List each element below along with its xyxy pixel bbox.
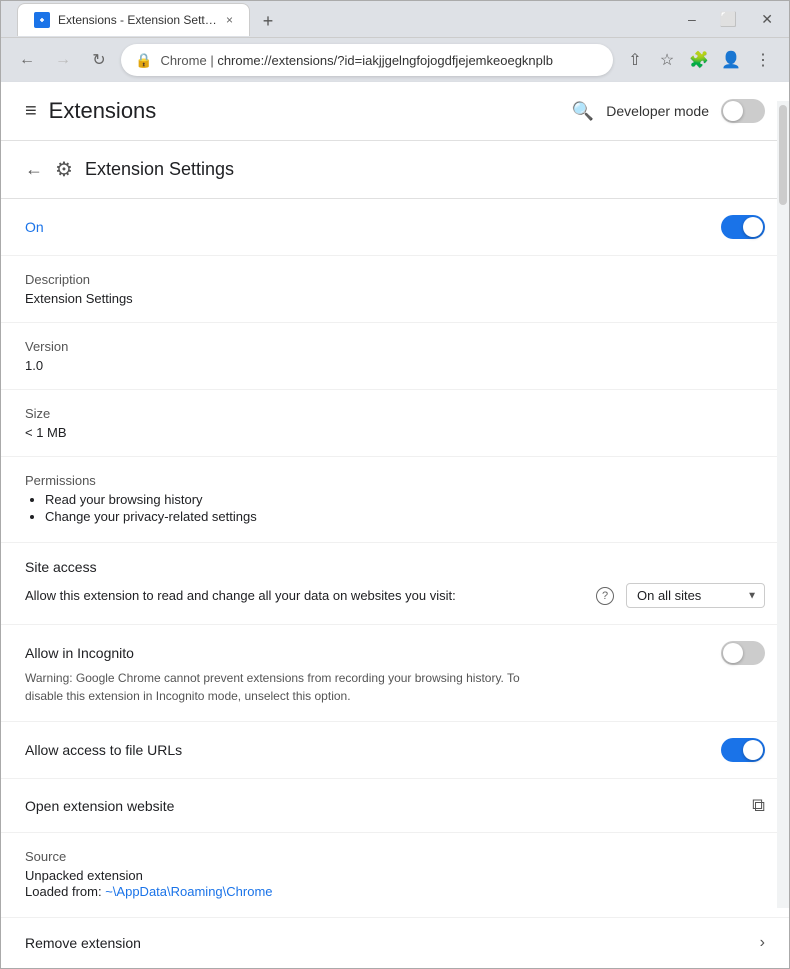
detail-header: ← ⚙ Extension Settings [1, 141, 789, 199]
permissions-row: Permissions Read your browsing history C… [1, 457, 789, 543]
enabled-toggle[interactable] [721, 215, 765, 239]
extension-detail: ← ⚙ Extension Settings On Description Ex… [1, 141, 789, 968]
file-url-toggle-knob [743, 740, 763, 760]
size-row: Size < 1 MB [1, 390, 789, 457]
version-value: 1.0 [25, 358, 765, 373]
new-tab-btn[interactable]: + [254, 8, 282, 36]
developer-mode-label: Developer mode [606, 103, 709, 119]
source-loaded: Loaded from: ~\AppData\Roaming\Chrome [25, 883, 765, 901]
tab-close-btn[interactable]: × [226, 13, 233, 27]
site-access-dropdown[interactable]: On all sites On specific sites Ask on ev… [626, 583, 765, 608]
extensions-header: ≡ Extensions 🔍 Developer mode [1, 82, 789, 141]
on-label: On [25, 219, 44, 235]
permission-item-2: Change your privacy-related settings [45, 509, 765, 524]
reload-btn[interactable]: ↻ [85, 46, 113, 74]
size-label: Size [25, 406, 765, 421]
incognito-toggle-knob [723, 643, 743, 663]
address-chrome-label: Chrome | chrome://extensions/?id=iakjjge… [160, 53, 553, 68]
hamburger-menu[interactable]: ≡ [25, 100, 37, 123]
site-access-dropdown-wrapper: On all sites On specific sites Ask on ev… [626, 583, 765, 608]
toolbar-icons: ⇧ ☆ 🧩 👤 ⋮ [621, 46, 777, 74]
address-input[interactable]: 🔒 Chrome | chrome://extensions/?id=iakjj… [121, 44, 613, 76]
tab-bar: Extensions - Extension Settings × + [9, 3, 282, 36]
version-label: Version [25, 339, 765, 354]
header-right: 🔍 Developer mode [572, 99, 765, 123]
minimize-btn[interactable]: – [680, 9, 704, 29]
share-icon[interactable]: ⇧ [621, 46, 649, 74]
forward-btn[interactable]: → [49, 46, 77, 74]
file-url-row: Allow access to file URLs [1, 722, 789, 779]
secure-icon: 🔒 [135, 52, 152, 69]
website-label: Open extension website [25, 798, 174, 814]
enabled-row: On [1, 199, 789, 256]
file-url-label: Allow access to file URLs [25, 742, 182, 758]
address-url-text: chrome://extensions/?id=iakjjgelngfojogd… [217, 53, 553, 68]
description-label: Description [25, 272, 765, 287]
address-bar: ← → ↻ 🔒 Chrome | chrome://extensions/?id… [1, 37, 789, 82]
tab-title: Extensions - Extension Settings [58, 13, 218, 27]
description-value: Extension Settings [25, 291, 765, 306]
incognito-top: Allow in Incognito [25, 641, 765, 665]
site-access-text: Allow this extension to read and change … [25, 588, 584, 603]
source-row: Source Unpacked extension Loaded from: ~… [1, 833, 789, 918]
page-content: ≡ Extensions 🔍 Developer mode ← ⚙ Extens… [1, 82, 789, 968]
developer-mode-toggle[interactable] [721, 99, 765, 123]
version-row: Version 1.0 [1, 323, 789, 390]
toggle-knob [723, 101, 743, 121]
site-access-row: Site access Allow this extension to read… [1, 543, 789, 625]
size-value: < 1 MB [25, 425, 765, 440]
scrollbar-thumb[interactable] [779, 105, 787, 205]
external-link-icon: ⧉ [752, 795, 765, 816]
website-row[interactable]: Open extension website ⧉ [1, 779, 789, 833]
chevron-right-icon: › [760, 934, 765, 952]
detail-back-btn[interactable]: ← [25, 159, 43, 180]
extensions-title: Extensions [49, 98, 157, 124]
settings-icon: ⚙ [55, 157, 73, 182]
title-bar: Extensions - Extension Settings × + – ⬜ … [1, 1, 789, 37]
incognito-title: Allow in Incognito [25, 645, 134, 661]
site-access-control: Allow this extension to read and change … [25, 583, 765, 608]
remove-row[interactable]: Remove extension › [1, 918, 789, 968]
incognito-row: Allow in Incognito Warning: Google Chrom… [1, 625, 789, 722]
remove-label: Remove extension [25, 935, 141, 951]
detail-title: Extension Settings [85, 159, 234, 180]
scrollbar[interactable] [777, 101, 789, 908]
restore-btn[interactable]: ⬜ [712, 9, 745, 30]
detail-body: On Description Extension Settings Versio… [1, 199, 789, 968]
source-label: Source [25, 849, 765, 864]
menu-icon[interactable]: ⋮ [749, 46, 777, 74]
permissions-label: Permissions [25, 473, 765, 488]
profile-icon[interactable]: 👤 [717, 46, 745, 74]
bookmark-icon[interactable]: ☆ [653, 46, 681, 74]
source-loaded-prefix: Loaded from: [25, 884, 105, 899]
description-row: Description Extension Settings [1, 256, 789, 323]
site-access-title: Site access [25, 559, 765, 575]
window-controls: – ⬜ ✕ [680, 9, 781, 30]
tab-icon [34, 12, 50, 28]
active-tab[interactable]: Extensions - Extension Settings × [17, 3, 250, 36]
permissions-list: Read your browsing history Change your p… [25, 492, 765, 524]
help-icon[interactable]: ? [596, 587, 614, 605]
back-btn[interactable]: ← [13, 46, 41, 74]
enabled-toggle-knob [743, 217, 763, 237]
source-value: Unpacked extension [25, 868, 765, 883]
extensions-icon[interactable]: 🧩 [685, 46, 713, 74]
incognito-toggle[interactable] [721, 641, 765, 665]
header-left: ≡ Extensions [25, 98, 156, 124]
search-button[interactable]: 🔍 [572, 101, 594, 122]
incognito-warning: Warning: Google Chrome cannot prevent ex… [25, 669, 525, 705]
source-link[interactable]: ~\AppData\Roaming\Chrome [105, 884, 272, 899]
permission-item-1: Read your browsing history [45, 492, 765, 507]
close-btn[interactable]: ✕ [753, 9, 781, 30]
file-url-toggle[interactable] [721, 738, 765, 762]
